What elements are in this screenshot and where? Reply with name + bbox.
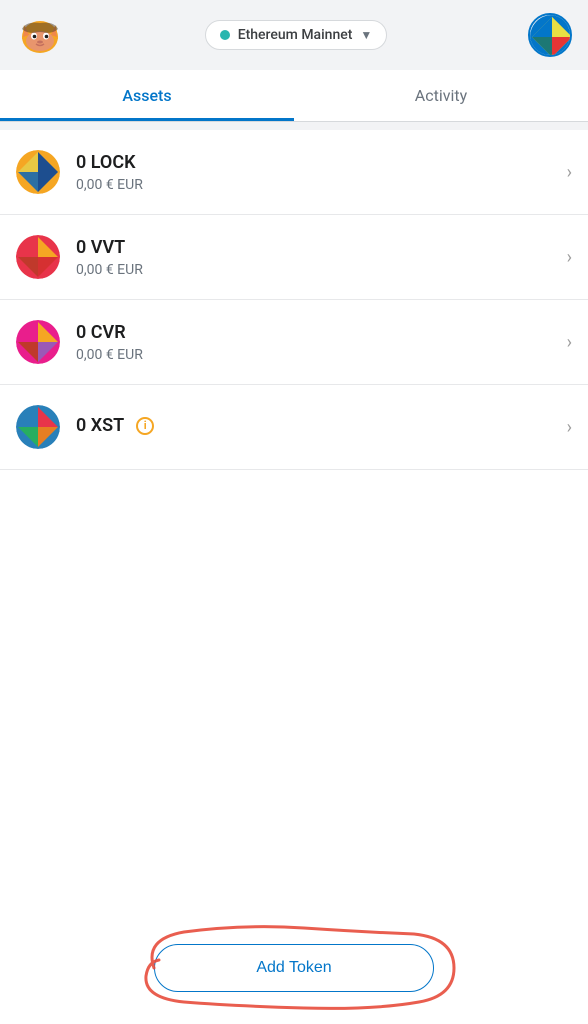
chevron-right-icon: › (567, 162, 572, 183)
tab-assets[interactable]: Assets (0, 70, 294, 121)
chevron-right-icon: › (567, 247, 572, 268)
metamask-logo (16, 11, 64, 59)
token-value-vvt: 0,00 € EUR (76, 262, 559, 278)
token-amount-cvr: 0 CVR (76, 322, 559, 343)
account-avatar[interactable] (528, 13, 572, 57)
token-list: 0 LOCK 0,00 € EUR › 0 VVT 0,00 € EUR › (0, 130, 588, 920)
network-selector[interactable]: Ethereum Mainnet ▼ (205, 20, 388, 50)
info-icon[interactable]: i (136, 417, 154, 435)
token-item-lock[interactable]: 0 LOCK 0,00 € EUR › (0, 130, 588, 215)
token-value-lock: 0,00 € EUR (76, 177, 559, 193)
token-amount-vvt: 0 VVT (76, 237, 559, 258)
token-icon-cvr (16, 320, 60, 364)
token-info-xst: 0 XST i (76, 415, 559, 440)
tab-activity[interactable]: Activity (294, 70, 588, 121)
token-item-cvr[interactable]: 0 CVR 0,00 € EUR › (0, 300, 588, 385)
network-name: Ethereum Mainnet (238, 27, 353, 43)
token-amount-lock: 0 LOCK (76, 152, 559, 173)
chevron-right-icon: › (567, 332, 572, 353)
token-item-vvt[interactable]: 0 VVT 0,00 € EUR › (0, 215, 588, 300)
token-icon-vvt (16, 235, 60, 279)
add-token-scribble: Add Token (154, 944, 434, 992)
network-status-dot (220, 30, 230, 40)
token-info-lock: 0 LOCK 0,00 € EUR (76, 152, 559, 193)
token-info-vvt: 0 VVT 0,00 € EUR (76, 237, 559, 278)
add-token-button[interactable]: Add Token (154, 944, 434, 992)
network-chevron-icon: ▼ (360, 28, 372, 42)
token-icon-xst (16, 405, 60, 449)
token-info-cvr: 0 CVR 0,00 € EUR (76, 322, 559, 363)
tabs-bar: Assets Activity (0, 70, 588, 122)
token-amount-xst: 0 XST i (76, 415, 559, 436)
token-item-xst[interactable]: 0 XST i › (0, 385, 588, 470)
chevron-right-icon: › (567, 417, 572, 438)
add-token-area: Add Token (0, 920, 588, 1024)
header: Ethereum Mainnet ▼ (0, 0, 588, 70)
token-value-cvr: 0,00 € EUR (76, 347, 559, 363)
token-icon-lock (16, 150, 60, 194)
